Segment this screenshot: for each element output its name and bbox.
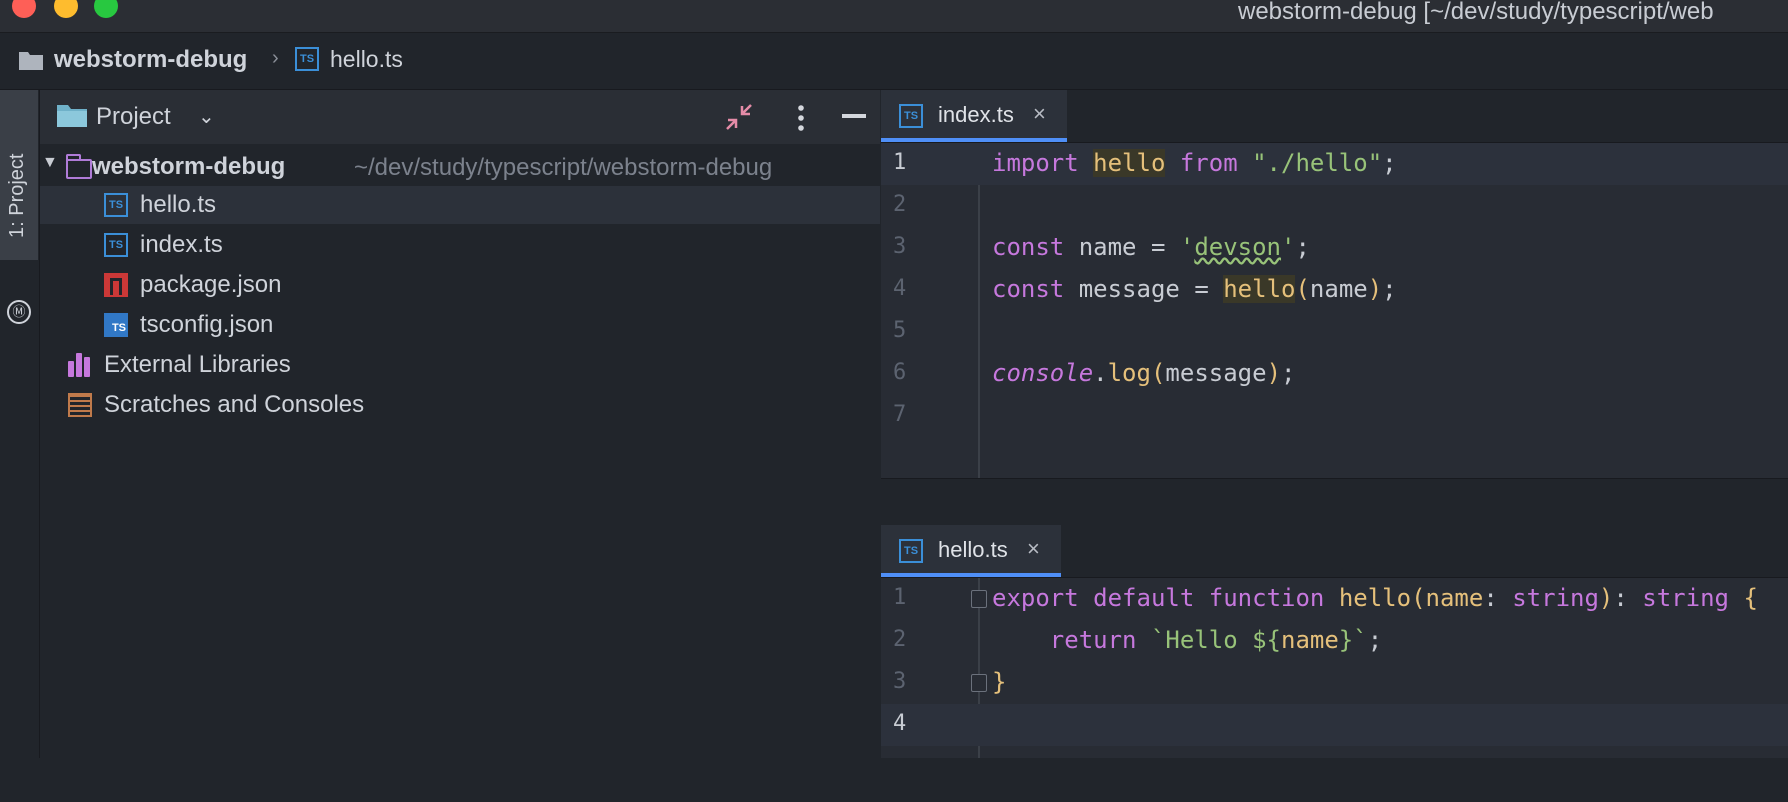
line-number: 5 — [893, 318, 907, 343]
minimize-window-button[interactable] — [54, 0, 78, 18]
editor-index-ts: TS index.ts × 1 import hello from "./hel… — [881, 90, 1788, 478]
project-panel: Project ⌄ ▼ webstorm-debug ~/dev/study/t… — [40, 90, 880, 758]
navigation-bar: webstorm-debug › TS hello.ts — [0, 33, 1788, 90]
line-number: 4 — [893, 711, 907, 736]
tool-window-strip: 1: Project Ⓜ — [0, 90, 40, 758]
tree-item-scratches[interactable]: Scratches and Consoles — [40, 386, 880, 424]
breadcrumb-file[interactable]: hello.ts — [330, 46, 403, 73]
chevron-down-icon[interactable]: ⌄ — [198, 104, 215, 129]
fold-icon[interactable] — [971, 590, 987, 608]
library-icon — [68, 353, 92, 377]
collapse-all-icon[interactable] — [724, 102, 754, 132]
close-icon[interactable]: × — [1027, 536, 1040, 562]
tree-item-tsconfig-json[interactable]: TS tsconfig.json — [40, 306, 880, 344]
tree-item-label: Scratches and Consoles — [104, 391, 365, 418]
breadcrumb-project[interactable]: webstorm-debug — [54, 46, 247, 74]
code-text: export default function hello(name: stri… — [992, 584, 1758, 612]
tree-item-label: tsconfig.json — [140, 311, 274, 338]
window-title: webstorm-debug [~/dev/study/typescript/w… — [1238, 0, 1714, 25]
tree-item-label: index.ts — [140, 231, 223, 258]
tree-item-package-json[interactable]: package.json — [40, 266, 880, 304]
code-text: const message = hello(name); — [992, 275, 1397, 303]
code-line[interactable]: 3 } — [881, 662, 1788, 704]
typescript-file-icon: TS — [295, 47, 319, 71]
folder-icon — [65, 154, 92, 184]
tree-item-label: hello.ts — [140, 191, 217, 218]
editor-tab-bar: TS hello.ts × — [881, 525, 1788, 578]
code-text: import hello from "./hello"; — [992, 149, 1397, 177]
typescript-file-icon: TS — [104, 193, 128, 217]
project-view-title[interactable]: Project — [96, 103, 171, 131]
breadcrumb-separator: › — [272, 47, 279, 69]
code-line[interactable]: 3 const name = 'devson'; — [881, 227, 1788, 269]
fold-icon[interactable] — [971, 674, 987, 692]
hide-panel-icon[interactable] — [842, 114, 866, 118]
folder-icon — [19, 52, 43, 70]
project-folder-icon — [57, 105, 87, 127]
line-number: 3 — [893, 669, 907, 694]
code-text: const name = 'devson'; — [992, 233, 1310, 261]
code-line[interactable]: 5 — [881, 311, 1788, 353]
line-number: 6 — [893, 360, 907, 385]
code-text: return `Hello ${name}`; — [1049, 626, 1383, 654]
tab-label: index.ts — [938, 102, 1014, 127]
project-panel-header: Project ⌄ — [40, 90, 880, 144]
code-line[interactable]: 2 — [881, 185, 1788, 227]
typescript-file-icon: TS — [899, 539, 923, 563]
scratch-icon — [68, 393, 92, 417]
code-text: console.log(message); — [992, 359, 1296, 387]
zoom-window-button[interactable] — [94, 0, 118, 18]
project-tool-tab-label: 1: Project — [6, 153, 28, 238]
code-area[interactable]: 1 export default function hello(name: st… — [881, 578, 1788, 758]
code-line[interactable]: 4 const message = hello(name); — [881, 269, 1788, 311]
tree-item-root[interactable]: ▼ webstorm-debug ~/dev/study/typescript/… — [40, 148, 880, 186]
tree-item-hello-ts[interactable]: TS hello.ts — [40, 186, 880, 224]
tree-item-label: webstorm-debug — [92, 153, 286, 180]
line-number: 2 — [893, 192, 907, 217]
tree-item-external-libraries[interactable]: External Libraries — [40, 346, 880, 384]
line-number: 7 — [893, 402, 907, 427]
npm-icon — [104, 273, 128, 297]
line-number: 1 — [893, 150, 907, 175]
editor-hello-ts: TS hello.ts × 1 export default function … — [881, 525, 1788, 758]
code-line[interactable]: 1 import hello from "./hello"; — [881, 143, 1788, 185]
line-number: 4 — [893, 276, 907, 301]
tsconfig-icon: TS — [104, 313, 128, 337]
expand-arrow-icon[interactable]: ▼ — [42, 154, 58, 172]
tree-item-label: package.json — [140, 271, 282, 298]
tree-item-label: External Libraries — [104, 351, 291, 378]
close-window-button[interactable] — [12, 0, 36, 18]
project-tool-icon: Ⓜ — [7, 300, 31, 324]
tab-index-ts[interactable]: TS index.ts × — [881, 90, 1067, 142]
line-number: 2 — [893, 627, 907, 652]
typescript-file-icon: TS — [104, 233, 128, 257]
more-options-icon[interactable] — [794, 103, 808, 133]
editor-split-divider[interactable] — [881, 478, 1788, 527]
code-line[interactable]: 6 console.log(message); — [881, 353, 1788, 395]
tree-item-path: ~/dev/study/typescript/webstorm-debug — [354, 154, 773, 181]
code-line[interactable]: 1 export default function hello(name: st… — [881, 578, 1788, 620]
tab-hello-ts[interactable]: TS hello.ts × — [881, 525, 1061, 577]
tree-item-index-ts[interactable]: TS index.ts — [40, 226, 880, 264]
line-number: 3 — [893, 234, 907, 259]
typescript-file-icon: TS — [899, 104, 923, 128]
editor-tab-bar: TS index.ts × — [881, 90, 1788, 143]
title-bar: webstorm-debug [~/dev/study/typescript/w… — [0, 0, 1788, 33]
close-icon[interactable]: × — [1033, 101, 1046, 127]
code-line[interactable]: 7 — [881, 395, 1788, 437]
code-line[interactable]: 2 return `Hello ${name}`; — [881, 620, 1788, 662]
code-text: } — [992, 668, 1007, 696]
code-line[interactable]: 4 — [881, 704, 1788, 746]
code-area[interactable]: 1 import hello from "./hello"; 2 3 const… — [881, 143, 1788, 478]
tab-label: hello.ts — [938, 537, 1008, 562]
line-number: 1 — [893, 585, 907, 610]
project-tool-tab[interactable]: 1: Project Ⓜ — [0, 90, 38, 324]
